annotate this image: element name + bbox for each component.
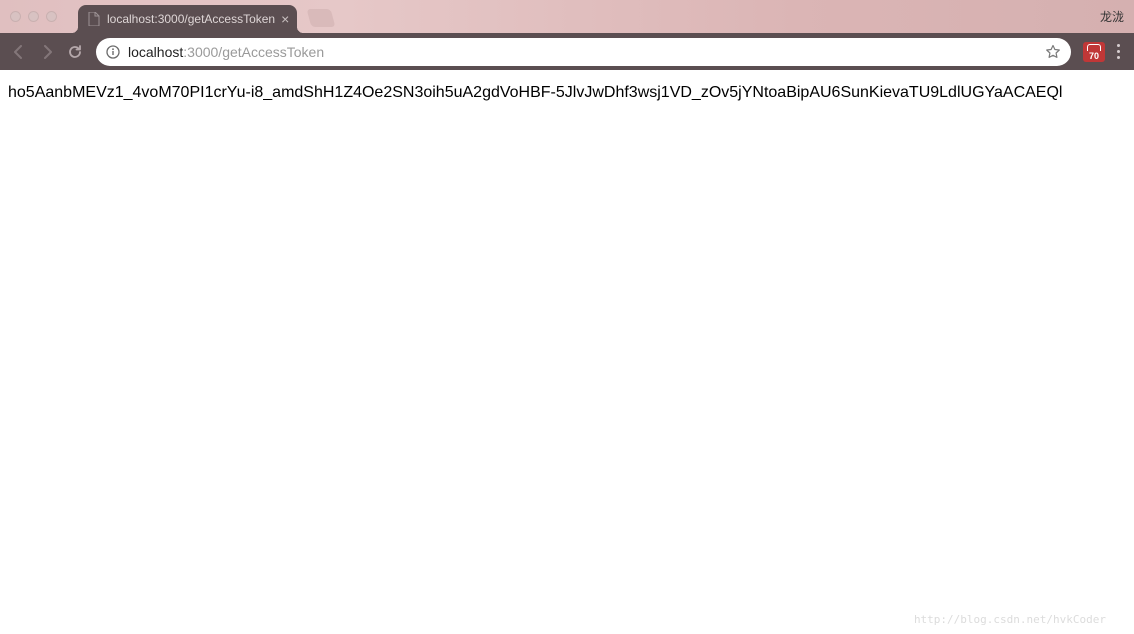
address-bar[interactable]: localhost:3000/getAccessToken [96, 38, 1071, 66]
back-button[interactable] [8, 41, 30, 63]
browser-tab[interactable]: localhost:3000/getAccessToken × [78, 5, 297, 33]
response-text: ho5AanbMEVz1_4voM70PI1crYu-i8_amdShH1Z4O… [8, 84, 1062, 101]
tab-strip: localhost:3000/getAccessToken × [78, 5, 333, 33]
arrow-right-icon [39, 44, 55, 60]
page-icon [88, 12, 100, 26]
maximize-window-button[interactable] [46, 11, 57, 22]
profile-label[interactable]: 龙泷 [1100, 8, 1124, 25]
toolbar: localhost:3000/getAccessToken 70 [0, 33, 1134, 70]
url-host: localhost [128, 44, 183, 60]
bookmark-button[interactable] [1045, 44, 1061, 60]
title-bar: localhost:3000/getAccessToken × 龙泷 [0, 0, 1134, 33]
forward-button[interactable] [36, 41, 58, 63]
window-controls [10, 11, 57, 22]
browser-menu-button[interactable] [1111, 40, 1126, 63]
watermark: http://blog.csdn.net/hvkCoder [914, 613, 1106, 626]
close-tab-button[interactable]: × [281, 12, 289, 26]
extension-badge-count: 70 [1089, 51, 1099, 61]
url-display: localhost:3000/getAccessToken [128, 44, 1037, 60]
reload-icon [67, 44, 83, 60]
arrow-left-icon [11, 44, 27, 60]
reload-button[interactable] [64, 41, 86, 63]
minimize-window-button[interactable] [28, 11, 39, 22]
close-window-button[interactable] [10, 11, 21, 22]
kebab-dot-icon [1117, 56, 1120, 59]
star-icon [1045, 44, 1061, 60]
site-info-icon[interactable] [106, 45, 120, 59]
kebab-dot-icon [1117, 50, 1120, 53]
kebab-dot-icon [1117, 44, 1120, 47]
tab-title: localhost:3000/getAccessToken [107, 12, 275, 26]
extension-badge[interactable]: 70 [1083, 42, 1105, 62]
url-path: :3000/getAccessToken [183, 44, 324, 60]
page-body: ho5AanbMEVz1_4voM70PI1crYu-i8_amdShH1Z4O… [0, 70, 1134, 116]
new-tab-button[interactable] [307, 9, 336, 27]
